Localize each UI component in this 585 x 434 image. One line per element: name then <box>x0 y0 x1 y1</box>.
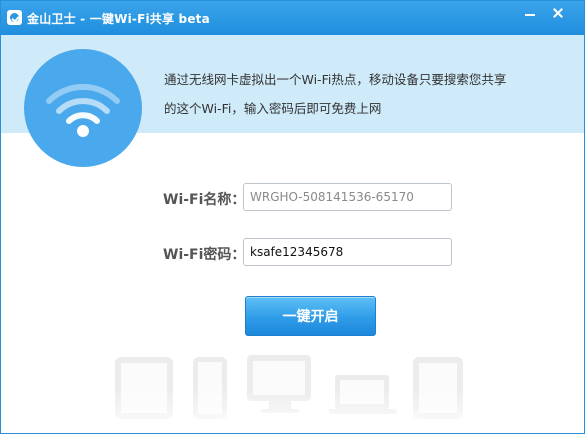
title-bar[interactable]: 金山卫士 - 一键Wi-Fi共享 beta <box>1 1 584 35</box>
close-icon[interactable] <box>545 3 571 23</box>
wifi-password-label: Wi-Fi密码： <box>163 247 246 263</box>
app-window: 金山卫士 - 一键Wi-Fi共享 beta 通过无线网卡虚拟出一个Wi-Fi热点… <box>0 0 585 434</box>
wifi-name-input[interactable] <box>243 183 452 211</box>
kingsoft-shield-icon <box>7 10 22 25</box>
wifi-icon <box>24 49 142 167</box>
fade-overlay <box>1 351 584 433</box>
minimize-icon[interactable] <box>517 3 543 23</box>
device-illustration <box>1 351 584 433</box>
wifi-name-label: Wi-Fi名称： <box>163 192 246 208</box>
description-text: 通过无线网卡虚拟出一个Wi-Fi热点，移动设备只要搜索您共享 的这个Wi-Fi，… <box>164 65 574 123</box>
window-title: 金山卫士 - 一键Wi-Fi共享 beta <box>27 12 210 26</box>
description-line-1: 通过无线网卡虚拟出一个Wi-Fi热点，移动设备只要搜索您共享 <box>164 72 507 87</box>
start-sharing-button[interactable]: 一键开启 <box>245 296 376 336</box>
wifi-password-input[interactable] <box>243 238 452 266</box>
description-line-2: 的这个Wi-Fi，输入密码后即可免费上网 <box>164 101 382 116</box>
